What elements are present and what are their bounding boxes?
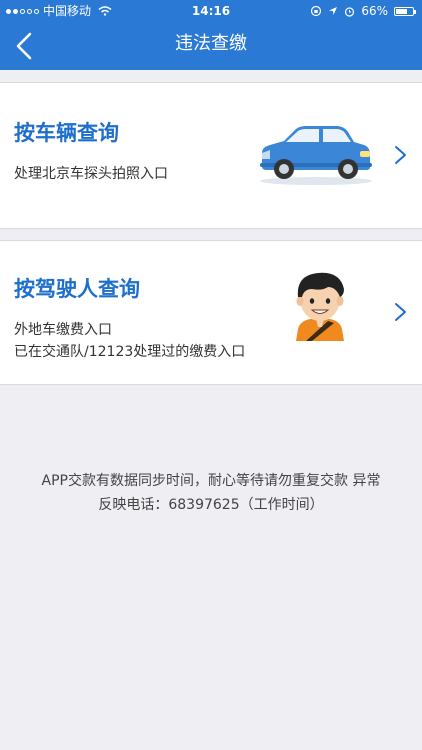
footer-line: 反映电话：68397625（工作时间） (98, 497, 324, 513)
driver-avatar-icon (296, 272, 344, 341)
status-right: 66% (310, 0, 416, 22)
card-desc-line: 已在交通队/12123处理过的缴费入口 (14, 344, 246, 360)
orientation-lock-icon (311, 5, 322, 17)
top-bar: 中国移动 14:16 66% 违法查缴 (0, 0, 422, 70)
chevron-right-icon (395, 146, 406, 164)
alarm-icon (345, 6, 355, 17)
footer-line: APP交款有数据同步时间，耐心等待请勿重复交款 异常 (41, 473, 381, 489)
page-title: 违法查缴 (175, 33, 247, 54)
query-by-driver-card[interactable]: 按驾驶人查询 外地车缴费入口 已在交通队/12123处理过的缴费入口 (0, 240, 422, 385)
card-desc-line: 外地车缴费入口 (14, 322, 112, 338)
car-icon (260, 126, 372, 185)
nav-bar: 违法查缴 (0, 22, 422, 70)
card-title: 按驾驶人查询 (14, 277, 140, 301)
battery-percent: 66% (361, 4, 388, 18)
status-bar: 中国移动 14:16 66% (0, 0, 422, 22)
card-desc-line: 处理北京车探头拍照入口 (14, 166, 168, 182)
chevron-right-icon (395, 303, 406, 321)
battery-icon (394, 6, 416, 16)
footer-notice: APP交款有数据同步时间，耐心等待请勿重复交款 异常 反映电话：68397625… (0, 469, 422, 517)
battery-level (396, 8, 407, 14)
location-icon (329, 7, 338, 15)
query-by-vehicle-card[interactable]: 按车辆查询 处理北京车探头拍照入口 (0, 82, 422, 229)
card-title: 按车辆查询 (14, 121, 119, 145)
